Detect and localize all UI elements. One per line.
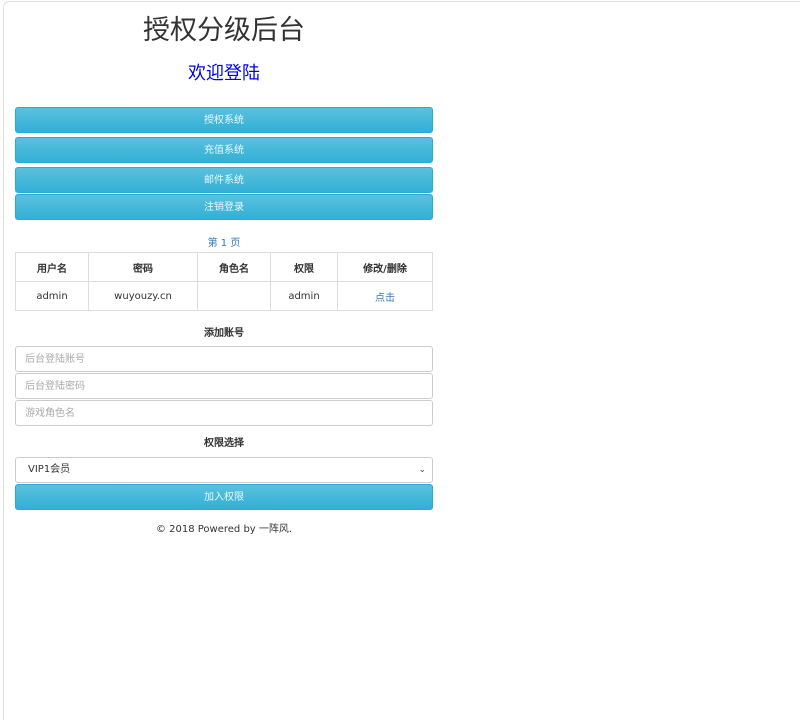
column-header-password: 密码	[88, 252, 198, 282]
permission-select-value: VIP1会员	[28, 464, 71, 475]
column-header-permission: 权限	[270, 252, 338, 282]
page-title: 授权分级后台	[143, 15, 305, 46]
cell-actions: 点击	[337, 281, 433, 311]
account-input[interactable]	[15, 346, 433, 372]
password-input[interactable]	[15, 373, 433, 399]
column-header-username: 用户名	[15, 252, 89, 282]
recharge-system-button[interactable]: 充值系统	[15, 137, 433, 163]
add-account-heading: 添加账号	[204, 328, 244, 339]
permission-select[interactable]: VIP1会员 ⌄	[15, 457, 433, 483]
admin-panel: 授权分级后台 欢迎登陆 授权系统 充值系统 邮件系统 注销登录 第 1 页 用户…	[15, 0, 433, 537]
edit-delete-link[interactable]: 点击	[375, 293, 395, 304]
cell-role	[197, 281, 271, 311]
nav-menu: 授权系统 充值系统 邮件系统 注销登录	[15, 107, 433, 220]
table-row: admin wuyouzy.cn admin 点击	[15, 281, 433, 311]
column-header-actions: 修改/删除	[337, 252, 433, 282]
role-name-input[interactable]	[15, 400, 433, 426]
cell-permission: admin	[270, 281, 338, 311]
chevron-down-icon: ⌄	[418, 465, 426, 475]
accounts-table: 用户名 密码 角色名 权限 修改/删除 admin wuyouzy.cn adm…	[15, 252, 433, 311]
footer-text: © 2018 Powered by 一阵风.	[155, 524, 293, 535]
column-header-role: 角色名	[197, 252, 271, 282]
welcome-text: 欢迎登陆	[188, 63, 260, 84]
page-indicator[interactable]: 第 1 页	[15, 237, 433, 251]
add-permission-button[interactable]: 加入权限	[15, 484, 433, 510]
authorization-system-button[interactable]: 授权系统	[15, 107, 433, 133]
cell-password: wuyouzy.cn	[88, 281, 198, 311]
mail-system-button[interactable]: 邮件系统	[15, 167, 433, 193]
cell-username: admin	[15, 281, 89, 311]
permission-heading: 权限选择	[204, 438, 244, 449]
table-header-row: 用户名 密码 角色名 权限 修改/删除	[15, 252, 433, 282]
logout-button[interactable]: 注销登录	[15, 194, 433, 220]
